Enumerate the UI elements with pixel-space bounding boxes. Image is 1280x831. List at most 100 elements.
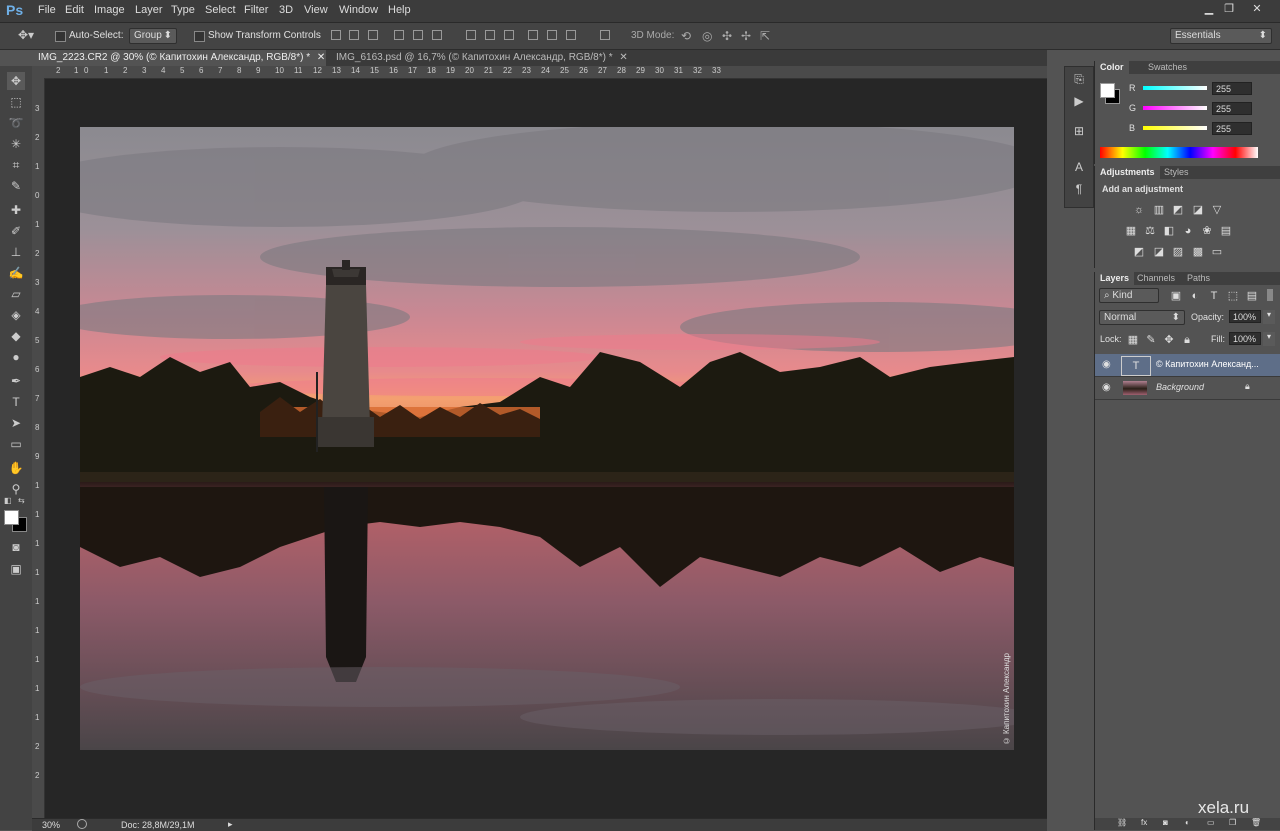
status-menu-arrow-icon[interactable]: ▸ bbox=[228, 819, 233, 830]
align-right-icon[interactable] bbox=[432, 30, 442, 40]
exposure-icon[interactable]: ◪ bbox=[1192, 204, 1204, 216]
new-layer-icon[interactable]: ❐ bbox=[1229, 818, 1236, 827]
blend-mode-dropdown[interactable]: Normal ⬍ bbox=[1099, 310, 1185, 325]
channel-mixer-icon[interactable]: ❀ bbox=[1201, 225, 1213, 237]
lock-all-icon[interactable]: 🔒︎ bbox=[1181, 334, 1193, 346]
magic-wand-tool-icon[interactable]: ✳ bbox=[7, 135, 25, 153]
distribute-bottom-icon[interactable] bbox=[504, 30, 514, 40]
menu-type[interactable]: Type bbox=[171, 4, 195, 16]
hue-saturation-icon[interactable]: ▦ bbox=[1125, 225, 1137, 237]
document-image[interactable]: © Капитохин Александр bbox=[80, 127, 1014, 750]
eraser-tool-icon[interactable]: ▱ bbox=[7, 285, 25, 303]
properties-panel-icon[interactable]: ⊞ bbox=[1072, 124, 1086, 138]
paint-bucket-tool-icon[interactable]: ◈ bbox=[7, 306, 25, 324]
curves-icon[interactable]: ◩ bbox=[1172, 204, 1184, 216]
color-balance-icon[interactable]: ⚖ bbox=[1144, 225, 1156, 237]
distribute-vcenter-icon[interactable] bbox=[485, 30, 495, 40]
opacity-value[interactable]: 100% bbox=[1229, 310, 1261, 323]
lasso-tool-icon[interactable]: ➰ bbox=[7, 114, 25, 132]
menu-3d[interactable]: 3D bbox=[279, 4, 293, 16]
3d-roll-icon[interactable]: ◎ bbox=[702, 29, 712, 43]
fill-value[interactable]: 100% bbox=[1229, 332, 1261, 345]
actions-panel-icon[interactable]: ▶ bbox=[1072, 94, 1086, 108]
filter-smart-object-icon[interactable]: ▤ bbox=[1246, 290, 1258, 302]
align-bottom-icon[interactable] bbox=[368, 30, 378, 40]
channel-g-slider[interactable] bbox=[1143, 106, 1207, 110]
minimize-button[interactable]: ▁ bbox=[1202, 3, 1216, 15]
workspace-dropdown[interactable]: Essentials ⬍ bbox=[1170, 28, 1272, 44]
document-tab[interactable]: IMG_6163.psd @ 16,7% (© Капитохин Алекса… bbox=[330, 50, 630, 66]
channel-b-value[interactable]: 255 bbox=[1212, 122, 1252, 135]
tab-layers[interactable]: Layers bbox=[1095, 272, 1135, 285]
brightness-icon[interactable]: ☼ bbox=[1133, 204, 1145, 216]
pen-tool-icon[interactable]: ✒ bbox=[7, 372, 25, 390]
new-group-icon[interactable]: ▭ bbox=[1207, 818, 1215, 827]
align-hcenter-icon[interactable] bbox=[413, 30, 423, 40]
brush-tool-icon[interactable]: ✐ bbox=[7, 222, 25, 240]
dodge-tool-icon[interactable]: ● bbox=[7, 348, 25, 366]
lock-transparent-icon[interactable]: ▦ bbox=[1127, 334, 1139, 346]
crop-tool-icon[interactable]: ⌗ bbox=[7, 156, 25, 174]
color-fg-swatch[interactable] bbox=[1100, 83, 1115, 98]
paragraph-panel-icon[interactable]: ¶ bbox=[1072, 182, 1086, 196]
new-adjustment-icon[interactable]: ◐ bbox=[1185, 818, 1190, 827]
menu-edit[interactable]: Edit bbox=[65, 4, 84, 16]
channel-r-value[interactable]: 255 bbox=[1212, 82, 1252, 95]
layer-row-text[interactable]: ◉ T © Капитохин Александ... bbox=[1095, 354, 1280, 377]
document-tab-active[interactable]: IMG_2223.CR2 @ 30% (© Капитохин Александ… bbox=[32, 50, 326, 66]
filter-adjustment-icon[interactable]: ◐ bbox=[1189, 290, 1201, 302]
menu-select[interactable]: Select bbox=[205, 4, 236, 16]
auto-select-dropdown[interactable]: Group ⬍ bbox=[129, 28, 177, 44]
visibility-eye-icon[interactable]: ◉ bbox=[1102, 359, 1111, 370]
fill-dropdown-icon[interactable]: ▾ bbox=[1263, 332, 1275, 346]
channel-r-slider[interactable] bbox=[1143, 86, 1207, 90]
distribute-right-icon[interactable] bbox=[566, 30, 576, 40]
channel-b-slider[interactable] bbox=[1143, 126, 1207, 130]
lock-position-icon[interactable]: ✥ bbox=[1163, 334, 1175, 346]
clone-stamp-tool-icon[interactable]: ⊥ bbox=[7, 243, 25, 261]
layer-name[interactable]: © Капитохин Александ... bbox=[1156, 359, 1259, 369]
gradient-map-icon[interactable]: ▭ bbox=[1211, 246, 1223, 258]
history-panel-icon[interactable]: ⎘ bbox=[1072, 72, 1086, 86]
move-tool-icon[interactable]: ✥ bbox=[7, 72, 25, 90]
screen-mode-icon[interactable]: ▣ bbox=[7, 560, 25, 578]
type-tool-icon[interactable]: T bbox=[7, 393, 25, 411]
opacity-dropdown-icon[interactable]: ▾ bbox=[1263, 310, 1275, 324]
filter-shape-icon[interactable]: ⬚ bbox=[1227, 290, 1239, 302]
selective-color-icon[interactable]: ▩ bbox=[1192, 246, 1204, 258]
default-colors-icon[interactable]: ◧ bbox=[4, 496, 12, 505]
close-tab-icon[interactable]: ✕ bbox=[317, 52, 325, 63]
menu-window[interactable]: Window bbox=[339, 4, 378, 16]
3d-rotate-icon[interactable]: ⟲ bbox=[681, 29, 691, 43]
color-lookup-icon[interactable]: ▤ bbox=[1220, 225, 1232, 237]
filter-pixel-icon[interactable]: ▣ bbox=[1170, 290, 1182, 302]
vibrance-icon[interactable]: ▽ bbox=[1211, 204, 1223, 216]
history-brush-tool-icon[interactable]: ✍ bbox=[7, 264, 25, 282]
close-tab-icon[interactable]: ✕ bbox=[619, 52, 627, 63]
transform-controls-checkbox[interactable] bbox=[194, 31, 205, 42]
layer-row-background[interactable]: ◉ Background 🔒︎ bbox=[1095, 377, 1280, 400]
menu-file[interactable]: File bbox=[38, 4, 56, 16]
menu-help[interactable]: Help bbox=[388, 4, 411, 16]
tab-adjustments[interactable]: Adjustments bbox=[1095, 166, 1160, 179]
lock-image-icon[interactable]: ✎ bbox=[1145, 334, 1157, 346]
zoom-level[interactable]: 30% bbox=[42, 820, 60, 830]
layer-mask-icon[interactable]: ◙ bbox=[1163, 818, 1168, 827]
distribute-left-icon[interactable] bbox=[528, 30, 538, 40]
quick-mask-icon[interactable]: ◙ bbox=[7, 538, 25, 556]
posterize-icon[interactable]: ◪ bbox=[1153, 246, 1165, 258]
3d-slide-icon[interactable]: ✢ bbox=[741, 29, 751, 43]
levels-icon[interactable]: ▥ bbox=[1153, 204, 1165, 216]
filter-type-icon[interactable]: T bbox=[1208, 290, 1220, 302]
menu-layer[interactable]: Layer bbox=[135, 4, 163, 16]
distribute-hcenter-icon[interactable] bbox=[547, 30, 557, 40]
layer-filter-kind-dropdown[interactable]: ⌕ Kind bbox=[1099, 288, 1159, 303]
distribute-top-icon[interactable] bbox=[466, 30, 476, 40]
tab-swatches[interactable]: Swatches bbox=[1143, 61, 1192, 74]
layer-name[interactable]: Background bbox=[1156, 382, 1204, 392]
delete-layer-icon[interactable]: 🗑︎ bbox=[1251, 818, 1261, 827]
marquee-tool-icon[interactable]: ⬚ bbox=[7, 93, 25, 111]
restore-button[interactable]: ❐ bbox=[1222, 3, 1236, 15]
3d-scale-icon[interactable]: ⇱ bbox=[760, 29, 770, 43]
tab-styles[interactable]: Styles bbox=[1159, 166, 1194, 179]
